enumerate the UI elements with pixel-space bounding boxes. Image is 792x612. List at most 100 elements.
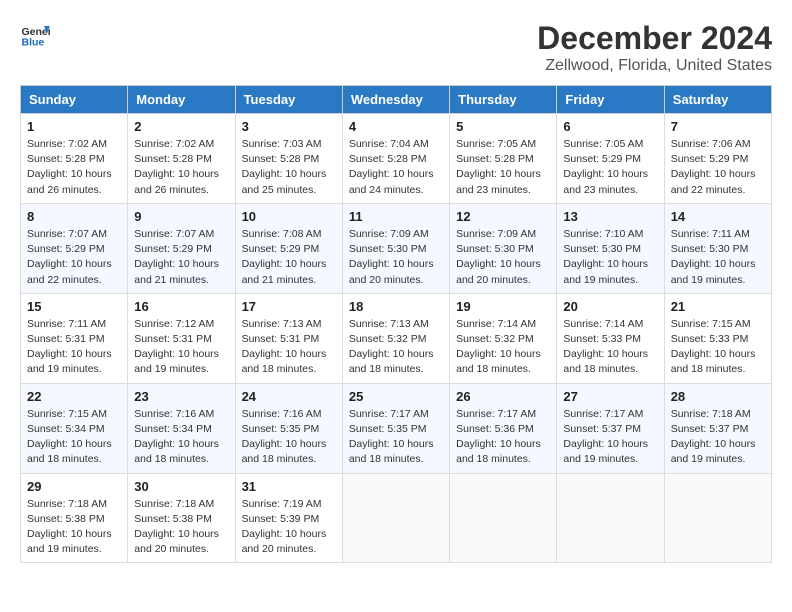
calendar-cell: 8Sunrise: 7:07 AMSunset: 5:29 PMDaylight… — [21, 203, 128, 293]
calendar-header-saturday: Saturday — [664, 86, 771, 114]
calendar-cell: 3Sunrise: 7:03 AMSunset: 5:28 PMDaylight… — [235, 114, 342, 204]
day-number: 23 — [134, 389, 228, 404]
page-subtitle: Zellwood, Florida, United States — [537, 57, 772, 75]
day-info: Sunrise: 7:13 AMSunset: 5:32 PMDaylight:… — [349, 317, 443, 378]
day-info: Sunrise: 7:07 AMSunset: 5:29 PMDaylight:… — [134, 227, 228, 288]
day-number: 29 — [27, 479, 121, 494]
day-info: Sunrise: 7:16 AMSunset: 5:34 PMDaylight:… — [134, 407, 228, 468]
day-info: Sunrise: 7:17 AMSunset: 5:36 PMDaylight:… — [456, 407, 550, 468]
calendar-cell: 20 Sunrise: 7:14 AMSunset: 5:33 PMDayligh… — [557, 293, 664, 383]
day-number: 1 — [27, 119, 121, 134]
logo: General Blue — [20, 20, 50, 50]
calendar-cell: 16 Sunrise: 7:12 AMSunset: 5:31 PMDayligh… — [128, 293, 235, 383]
day-info: Sunrise: 7:13 AMSunset: 5:31 PMDaylight:… — [242, 317, 336, 378]
calendar-cell: 7 Sunrise: 7:06 AMSunset: 5:29 PMDaylight… — [664, 114, 771, 204]
day-number: 19 — [456, 299, 550, 314]
calendar-cell: 2 Sunrise: 7:02 AMSunset: 5:28 PMDaylight… — [128, 114, 235, 204]
calendar-cell: 23 Sunrise: 7:16 AMSunset: 5:34 PMDayligh… — [128, 383, 235, 473]
day-info: Sunrise: 7:09 AMSunset: 5:30 PMDaylight:… — [349, 227, 443, 288]
day-info: Sunrise: 7:04 AMSunset: 5:28 PMDaylight:… — [349, 137, 443, 198]
page-title: December 2024 — [537, 20, 772, 57]
day-info: Sunrise: 7:14 AMSunset: 5:32 PMDaylight:… — [456, 317, 550, 378]
calendar-week-row: 8Sunrise: 7:07 AMSunset: 5:29 PMDaylight… — [21, 203, 772, 293]
day-info: Sunrise: 7:18 AMSunset: 5:37 PMDaylight:… — [671, 407, 765, 468]
calendar-cell — [557, 473, 664, 563]
day-number: 27 — [563, 389, 657, 404]
day-number: 3 — [242, 119, 336, 134]
calendar-header-wednesday: Wednesday — [342, 86, 449, 114]
calendar-cell: 22 Sunrise: 7:15 AMSunset: 5:34 PMDayligh… — [21, 383, 128, 473]
day-number: 24 — [242, 389, 336, 404]
day-info: Sunrise: 7:06 AMSunset: 5:29 PMDaylight:… — [671, 137, 765, 198]
day-info: Sunrise: 7:02 AMSunset: 5:28 PMDaylight:… — [27, 137, 121, 198]
day-number: 31 — [242, 479, 336, 494]
day-number: 4 — [349, 119, 443, 134]
calendar-cell: 9Sunrise: 7:07 AMSunset: 5:29 PMDaylight… — [128, 203, 235, 293]
day-info: Sunrise: 7:10 AMSunset: 5:30 PMDaylight:… — [563, 227, 657, 288]
day-number: 20 — [563, 299, 657, 314]
calendar-cell: 14Sunrise: 7:11 AMSunset: 5:30 PMDayligh… — [664, 203, 771, 293]
day-info: Sunrise: 7:15 AMSunset: 5:33 PMDaylight:… — [671, 317, 765, 378]
calendar-week-row: 15 Sunrise: 7:11 AMSunset: 5:31 PMDayligh… — [21, 293, 772, 383]
day-info: Sunrise: 7:02 AMSunset: 5:28 PMDaylight:… — [134, 137, 228, 198]
calendar-cell: 19 Sunrise: 7:14 AMSunset: 5:32 PMDayligh… — [450, 293, 557, 383]
calendar-cell: 26 Sunrise: 7:17 AMSunset: 5:36 PMDayligh… — [450, 383, 557, 473]
calendar-cell: 18Sunrise: 7:13 AMSunset: 5:32 PMDayligh… — [342, 293, 449, 383]
day-number: 15 — [27, 299, 121, 314]
day-info: Sunrise: 7:11 AMSunset: 5:30 PMDaylight:… — [671, 227, 765, 288]
calendar-cell: 27Sunrise: 7:17 AMSunset: 5:37 PMDayligh… — [557, 383, 664, 473]
day-info: Sunrise: 7:16 AMSunset: 5:35 PMDaylight:… — [242, 407, 336, 468]
page-header: General Blue December 2024 Zellwood, Flo… — [20, 20, 772, 75]
day-number: 6 — [563, 119, 657, 134]
day-number: 22 — [27, 389, 121, 404]
calendar-header-row: SundayMondayTuesdayWednesdayThursdayFrid… — [21, 86, 772, 114]
day-info: Sunrise: 7:14 AMSunset: 5:33 PMDaylight:… — [563, 317, 657, 378]
day-number: 26 — [456, 389, 550, 404]
calendar-cell: 1 Sunrise: 7:02 AMSunset: 5:28 PMDaylight… — [21, 114, 128, 204]
day-number: 10 — [242, 209, 336, 224]
calendar-week-row: 1 Sunrise: 7:02 AMSunset: 5:28 PMDaylight… — [21, 114, 772, 204]
calendar-cell: 29 Sunrise: 7:18 AMSunset: 5:38 PMDayligh… — [21, 473, 128, 563]
day-info: Sunrise: 7:17 AMSunset: 5:35 PMDaylight:… — [349, 407, 443, 468]
day-number: 16 — [134, 299, 228, 314]
calendar-cell: 24 Sunrise: 7:16 AMSunset: 5:35 PMDayligh… — [235, 383, 342, 473]
day-info: Sunrise: 7:15 AMSunset: 5:34 PMDaylight:… — [27, 407, 121, 468]
calendar-cell: 17Sunrise: 7:13 AMSunset: 5:31 PMDayligh… — [235, 293, 342, 383]
day-info: Sunrise: 7:05 AMSunset: 5:29 PMDaylight:… — [563, 137, 657, 198]
day-info: Sunrise: 7:18 AMSunset: 5:38 PMDaylight:… — [134, 497, 228, 558]
day-info: Sunrise: 7:11 AMSunset: 5:31 PMDaylight:… — [27, 317, 121, 378]
calendar-cell: 11Sunrise: 7:09 AMSunset: 5:30 PMDayligh… — [342, 203, 449, 293]
day-info: Sunrise: 7:05 AMSunset: 5:28 PMDaylight:… — [456, 137, 550, 198]
day-info: Sunrise: 7:18 AMSunset: 5:38 PMDaylight:… — [27, 497, 121, 558]
day-number: 25 — [349, 389, 443, 404]
day-number: 13 — [563, 209, 657, 224]
day-number: 28 — [671, 389, 765, 404]
title-block: December 2024 Zellwood, Florida, United … — [537, 20, 772, 75]
calendar-cell: 31 Sunrise: 7:19 AMSunset: 5:39 PMDayligh… — [235, 473, 342, 563]
day-number: 7 — [671, 119, 765, 134]
calendar-week-row: 22 Sunrise: 7:15 AMSunset: 5:34 PMDayligh… — [21, 383, 772, 473]
day-number: 12 — [456, 209, 550, 224]
day-info: Sunrise: 7:07 AMSunset: 5:29 PMDaylight:… — [27, 227, 121, 288]
calendar-cell: 28 Sunrise: 7:18 AMSunset: 5:37 PMDayligh… — [664, 383, 771, 473]
day-info: Sunrise: 7:19 AMSunset: 5:39 PMDaylight:… — [242, 497, 336, 558]
day-number: 2 — [134, 119, 228, 134]
day-number: 30 — [134, 479, 228, 494]
day-info: Sunrise: 7:12 AMSunset: 5:31 PMDaylight:… — [134, 317, 228, 378]
calendar-header-thursday: Thursday — [450, 86, 557, 114]
calendar-cell: 21Sunrise: 7:15 AMSunset: 5:33 PMDayligh… — [664, 293, 771, 383]
day-info: Sunrise: 7:08 AMSunset: 5:29 PMDaylight:… — [242, 227, 336, 288]
calendar-cell: 25 Sunrise: 7:17 AMSunset: 5:35 PMDayligh… — [342, 383, 449, 473]
calendar-cell — [450, 473, 557, 563]
calendar-header-sunday: Sunday — [21, 86, 128, 114]
calendar-table: SundayMondayTuesdayWednesdayThursdayFrid… — [20, 85, 772, 563]
logo-icon: General Blue — [20, 20, 50, 50]
calendar-cell: 5 Sunrise: 7:05 AMSunset: 5:28 PMDaylight… — [450, 114, 557, 204]
calendar-cell: 12Sunrise: 7:09 AMSunset: 5:30 PMDayligh… — [450, 203, 557, 293]
calendar-cell — [664, 473, 771, 563]
day-number: 5 — [456, 119, 550, 134]
calendar-cell: 30 Sunrise: 7:18 AMSunset: 5:38 PMDayligh… — [128, 473, 235, 563]
calendar-week-row: 29 Sunrise: 7:18 AMSunset: 5:38 PMDayligh… — [21, 473, 772, 563]
calendar-cell: 6 Sunrise: 7:05 AMSunset: 5:29 PMDaylight… — [557, 114, 664, 204]
calendar-cell: 10 Sunrise: 7:08 AMSunset: 5:29 PMDayligh… — [235, 203, 342, 293]
